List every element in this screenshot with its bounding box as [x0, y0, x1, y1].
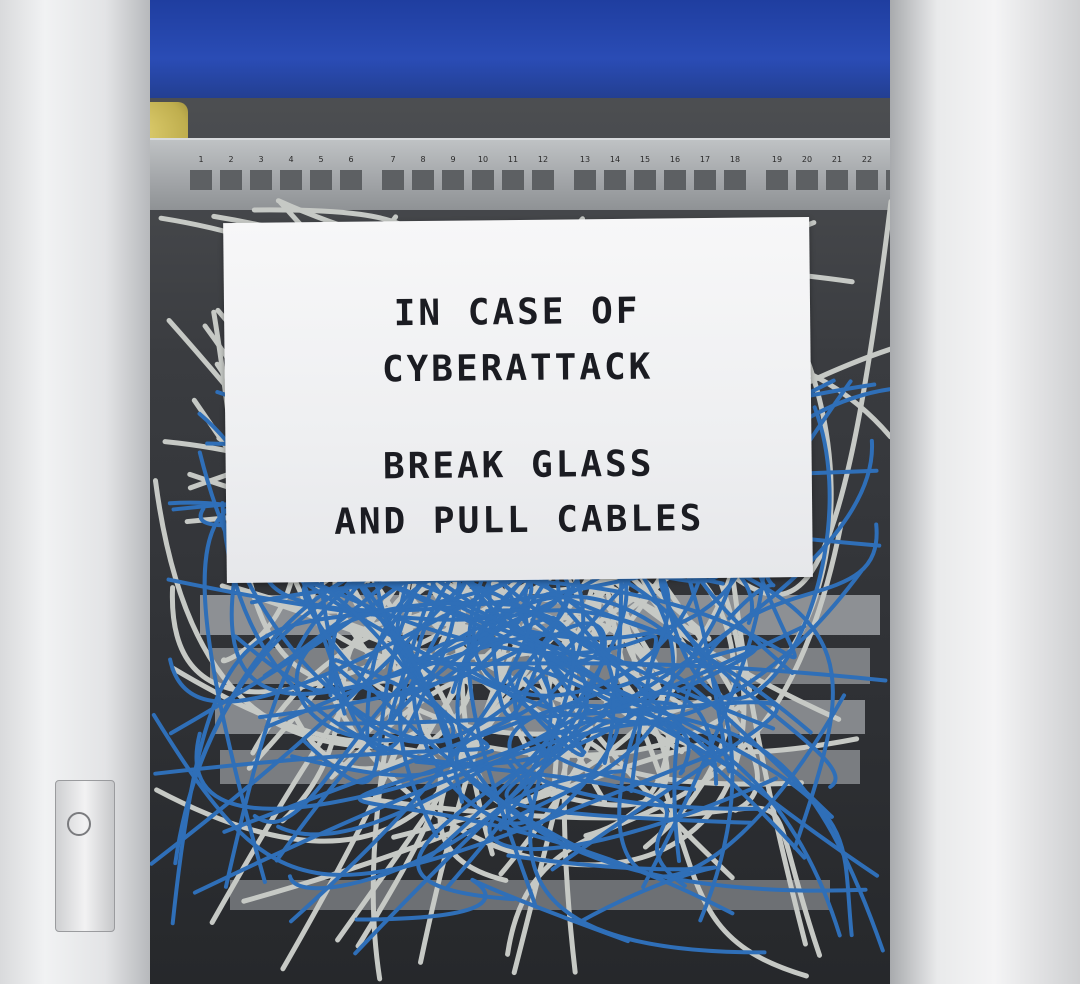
port-number-label: 11 — [508, 155, 518, 164]
warning-sign: IN CASE OF CYBERATTACK BREAK GLASS AND P… — [223, 216, 813, 584]
port-number-label: 19 — [772, 155, 782, 164]
patch-port — [502, 170, 524, 190]
port-number-label: 8 — [420, 155, 425, 164]
cabinet-frame-right — [890, 0, 1080, 984]
port-number-label: 12 — [538, 155, 548, 164]
patch-port — [412, 170, 434, 190]
port-number-label: 13 — [580, 155, 590, 164]
patch-port — [574, 170, 596, 190]
patch-port — [472, 170, 494, 190]
port-number-label: 22 — [862, 155, 872, 164]
patch-port — [532, 170, 554, 190]
port-number-label: 9 — [450, 155, 455, 164]
patch-port — [766, 170, 788, 190]
port-number-label: 14 — [610, 155, 620, 164]
patch-port — [724, 170, 746, 190]
sign-line-2: CYBERATTACK — [381, 346, 654, 391]
sign-line-3: BREAK GLASS — [382, 443, 655, 488]
patch-port — [250, 170, 272, 190]
port-number-label: 15 — [640, 155, 650, 164]
port-number-label: 3 — [258, 155, 263, 164]
patch-port — [190, 170, 212, 190]
patch-port — [664, 170, 686, 190]
port-number-label: 7 — [390, 155, 395, 164]
port-number-label: 4 — [288, 155, 293, 164]
port-number-label: 20 — [802, 155, 812, 164]
port-number-label: 18 — [730, 155, 740, 164]
patch-port — [634, 170, 656, 190]
patch-port — [280, 170, 302, 190]
patch-port — [604, 170, 626, 190]
patch-port — [220, 170, 242, 190]
port-number-label: 16 — [670, 155, 680, 164]
patch-port — [796, 170, 818, 190]
patch-port — [442, 170, 464, 190]
patch-port — [694, 170, 716, 190]
patch-panel-ports: 123456789101112131415161718192021222324 — [190, 155, 938, 190]
door-latch[interactable] — [55, 780, 115, 932]
server-rack-photo: 123456789101112131415161718192021222324 … — [0, 0, 1080, 984]
port-number-label: 5 — [318, 155, 323, 164]
port-number-label: 21 — [832, 155, 842, 164]
sign-line-1: IN CASE OF — [393, 290, 641, 335]
port-number-label: 1 — [198, 155, 203, 164]
port-number-label: 6 — [348, 155, 353, 164]
port-number-label: 10 — [478, 155, 488, 164]
patch-port — [856, 170, 878, 190]
sign-line-4: AND PULL CABLES — [333, 498, 705, 543]
recycle-icon — [67, 812, 91, 836]
patch-port — [826, 170, 848, 190]
patch-port — [382, 170, 404, 190]
port-number-label: 2 — [228, 155, 233, 164]
patch-port — [340, 170, 362, 190]
port-number-label: 17 — [700, 155, 710, 164]
patch-port — [310, 170, 332, 190]
